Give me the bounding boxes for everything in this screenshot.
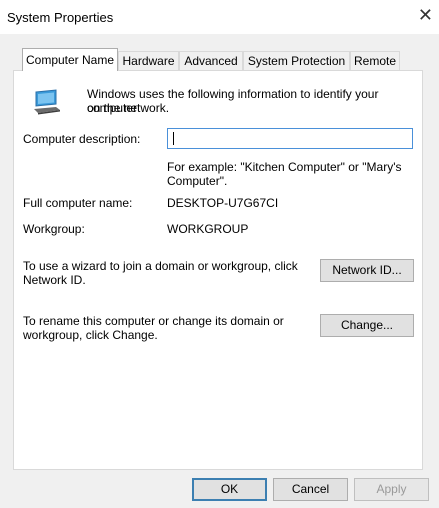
example-text-line1: For example: "Kitchen Computer" or "Mary… xyxy=(167,160,402,174)
tab-remote[interactable]: Remote xyxy=(350,51,400,70)
workgroup-label: Workgroup: xyxy=(23,222,85,236)
change-button[interactable]: Change... xyxy=(320,314,414,337)
rename-text-line1: To rename this computer or change its do… xyxy=(23,314,284,328)
rename-text-line2: workgroup, click Change. xyxy=(23,328,158,342)
wizard-text-line1: To use a wizard to join a domain or work… xyxy=(23,259,298,273)
wizard-text-line2: Network ID. xyxy=(23,273,86,287)
cancel-button[interactable]: Cancel xyxy=(273,478,348,501)
tab-computer-name[interactable]: Computer Name xyxy=(22,48,118,71)
example-text-line2: Computer". xyxy=(167,174,228,188)
full-name-value: DESKTOP-U7G67CI xyxy=(167,196,279,210)
intro-text-line2: on the network. xyxy=(87,101,170,115)
ok-button[interactable]: OK xyxy=(192,478,267,501)
computer-icon xyxy=(34,89,60,115)
title-bar: System Properties ✕ xyxy=(0,0,439,34)
computer-description-input[interactable] xyxy=(167,128,413,149)
text-caret xyxy=(173,132,174,145)
computer-name-panel: Windows uses the following information t… xyxy=(13,70,423,470)
full-name-label: Full computer name: xyxy=(23,196,133,210)
apply-button[interactable]: Apply xyxy=(354,478,429,501)
tab-advanced[interactable]: Advanced xyxy=(179,51,243,70)
network-id-button[interactable]: Network ID... xyxy=(320,259,414,282)
workgroup-value: WORKGROUP xyxy=(167,222,249,236)
description-label: Computer description: xyxy=(23,132,141,146)
close-icon[interactable]: ✕ xyxy=(418,6,433,24)
tab-hardware[interactable]: Hardware xyxy=(118,51,179,70)
tab-system-protection[interactable]: System Protection xyxy=(243,51,350,70)
window-title: System Properties xyxy=(7,10,114,25)
